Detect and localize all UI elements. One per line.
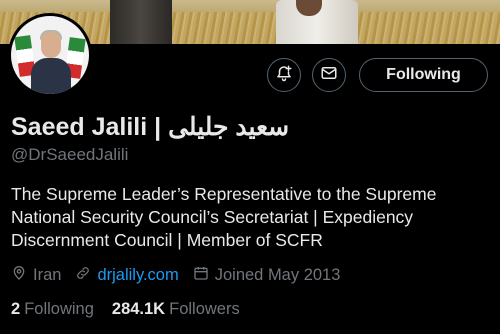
website-link[interactable]: drjalily.com — [97, 266, 178, 285]
following-button-label: Following — [386, 66, 461, 83]
envelope-icon — [320, 64, 338, 87]
following-count-number: 2 — [11, 300, 21, 318]
following-count-label: Following — [24, 300, 94, 318]
banner-person-left — [110, 0, 172, 44]
bio: The Supreme Leader’s Representative to t… — [11, 184, 437, 250]
handle: @DrSaeedJalili — [11, 145, 129, 164]
location-text: Iran — [33, 266, 62, 284]
location-pin-icon — [11, 265, 33, 286]
joined-item: Joined May 2013 — [193, 265, 341, 286]
followers-count-number: 284.1K — [111, 300, 166, 318]
joined-text: Joined May 2013 — [214, 266, 341, 284]
calendar-icon — [193, 265, 215, 286]
follow-counts: 2 Following 284.1K Followers — [11, 300, 258, 319]
avatar-face — [41, 32, 61, 58]
avatar[interactable] — [8, 13, 92, 97]
followers-count-label: Followers — [169, 300, 240, 318]
followers-count[interactable]: 284.1K Followers — [112, 300, 240, 319]
avatar-photo — [11, 16, 89, 94]
display-name: Saeed Jalili | سعيد جليلى — [11, 113, 290, 141]
profile-meta: Iran drjalily.com Joined May 2013 — [11, 265, 354, 286]
website-item[interactable]: drjalily.com — [75, 265, 179, 286]
avatar-suit — [31, 58, 71, 94]
location-item: Iran — [11, 265, 61, 286]
link-icon — [75, 265, 97, 286]
notifications-button[interactable] — [267, 58, 301, 92]
following-count[interactable]: 2 Following — [11, 300, 94, 319]
message-button[interactable] — [312, 58, 346, 92]
following-button[interactable]: Following — [359, 58, 488, 92]
bell-plus-icon — [275, 64, 293, 87]
